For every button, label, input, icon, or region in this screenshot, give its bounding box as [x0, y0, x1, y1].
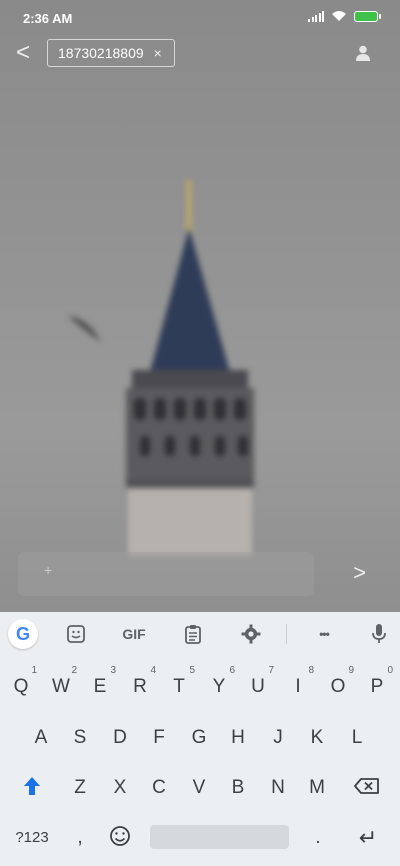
symbols-key[interactable]: ?123	[10, 816, 54, 856]
send-button[interactable]: >	[353, 560, 366, 586]
key-row-3: Z X C V B N M	[0, 766, 400, 806]
key-g[interactable]: G	[181, 716, 217, 756]
settings-gear-icon[interactable]	[241, 623, 261, 645]
conversation-header: < 18730218809 ×	[0, 36, 400, 72]
wifi-icon	[332, 11, 346, 21]
key-s[interactable]: S	[62, 716, 98, 756]
key-h[interactable]: H	[220, 716, 256, 756]
key-b[interactable]: B	[220, 766, 256, 806]
toolbar-divider	[286, 624, 287, 644]
background-image	[0, 0, 400, 612]
key-q[interactable]: Q1	[3, 665, 39, 705]
key-m[interactable]: M	[299, 766, 335, 806]
keyboard-toolbar: G GIF •••	[0, 612, 400, 656]
key-row-2: A S D F G H J K L	[0, 716, 400, 756]
key-j[interactable]: J	[260, 716, 296, 756]
key-e[interactable]: E3	[82, 665, 118, 705]
enter-key[interactable]: ↵	[350, 816, 386, 856]
keyboard: G GIF ••• Q 1 W 2 E 3 R 4 T 5 Y 6 U 7 I …	[0, 612, 400, 866]
contact-icon[interactable]	[356, 45, 370, 61]
key-period[interactable]: .	[300, 816, 336, 856]
microphone-icon[interactable]	[370, 623, 388, 645]
recipient-chip[interactable]: 18730218809 ×	[47, 39, 175, 67]
sticker-icon[interactable]	[66, 623, 86, 645]
add-attachment-icon[interactable]: +	[44, 562, 52, 578]
space-bar[interactable]	[150, 825, 289, 849]
signal-icon	[308, 10, 324, 22]
key-x[interactable]: X	[102, 766, 138, 806]
key-r[interactable]: R4	[122, 665, 158, 705]
key-z[interactable]: Z	[62, 766, 98, 806]
key-c[interactable]: C	[141, 766, 177, 806]
google-icon[interactable]: G	[8, 619, 38, 649]
key-t[interactable]: T5	[161, 665, 197, 705]
emoji-icon[interactable]	[102, 816, 138, 856]
key-row-1: Q1 W2 E3 R4 T5 Y6 U7 I8 O9 P0	[0, 665, 400, 705]
backspace-icon[interactable]	[350, 766, 386, 806]
key-row-4: ?123 , . ↵	[0, 816, 400, 856]
gif-button[interactable]: GIF	[118, 623, 150, 645]
status-bar: 2:36 AM	[0, 0, 400, 36]
recipient-number: 18730218809	[58, 45, 144, 61]
key-i[interactable]: I8	[280, 665, 316, 705]
key-p[interactable]: P0	[359, 665, 395, 705]
status-icons	[308, 10, 381, 22]
key-l[interactable]: L	[339, 716, 375, 756]
key-comma[interactable]: ,	[62, 816, 98, 856]
key-y[interactable]: Y6	[201, 665, 237, 705]
remove-recipient-icon[interactable]: ×	[154, 45, 162, 61]
key-k[interactable]: K	[299, 716, 335, 756]
message-input[interactable]: +	[18, 552, 314, 596]
key-w[interactable]: W2	[43, 665, 79, 705]
key-a[interactable]: A	[23, 716, 59, 756]
status-time: 2:36 AM	[23, 11, 73, 26]
key-v[interactable]: V	[181, 766, 217, 806]
back-button[interactable]: <	[12, 40, 34, 66]
key-d[interactable]: D	[102, 716, 138, 756]
key-n[interactable]: N	[260, 766, 296, 806]
tower-image	[68, 180, 254, 556]
shift-arrow-icon[interactable]	[14, 766, 50, 806]
battery-icon	[354, 10, 381, 22]
key-o[interactable]: O9	[320, 665, 356, 705]
key-f[interactable]: F	[141, 716, 177, 756]
key-u[interactable]: U7	[240, 665, 276, 705]
clipboard-icon[interactable]	[183, 623, 203, 645]
more-options-button[interactable]: •••	[311, 623, 337, 645]
